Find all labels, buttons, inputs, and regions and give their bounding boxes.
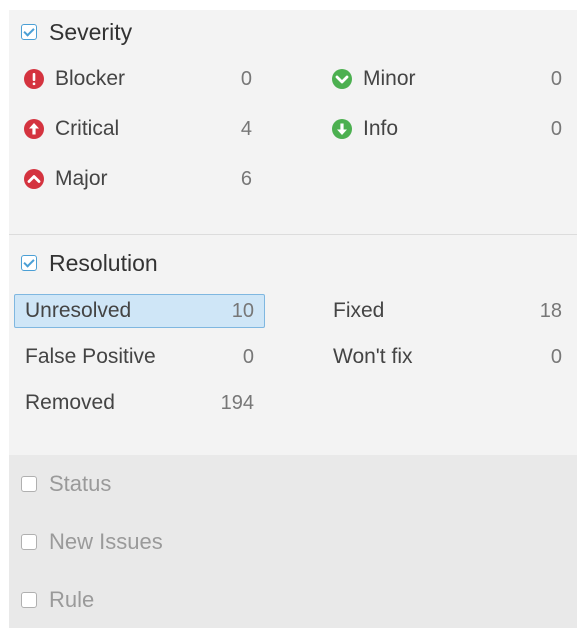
- facet-info[interactable]: Info 0: [331, 112, 563, 146]
- facet-fixed[interactable]: Fixed 18: [322, 294, 573, 328]
- new-issues-title: New Issues: [49, 529, 163, 554]
- facet-label: Unresolved: [25, 299, 132, 322]
- facet-false-positive[interactable]: False Positive 0: [14, 340, 265, 374]
- minor-icon: [332, 69, 352, 89]
- filter-panel: Severity Blocker 0 Critical 4 Major 6 Mi…: [9, 10, 577, 628]
- facet-label: Critical: [55, 117, 120, 140]
- facet-minor[interactable]: Minor 0: [331, 62, 563, 96]
- facet-blocker[interactable]: Blocker 0: [23, 62, 253, 96]
- facet-count: 0: [550, 117, 562, 140]
- collapsed-facets: Status New Issues Rule: [9, 455, 577, 628]
- facet-count: 6: [240, 167, 252, 190]
- facet-label: Minor: [363, 67, 416, 90]
- status-title: Status: [49, 471, 112, 496]
- facet-count: 4: [240, 117, 252, 140]
- facet-count: 10: [231, 299, 254, 322]
- rule-header[interactable]: Rule: [9, 571, 577, 629]
- facet-count: 0: [242, 345, 254, 368]
- facet-label: False Positive: [25, 345, 156, 368]
- facet-label: Fixed: [333, 299, 385, 322]
- info-icon: [332, 119, 352, 139]
- facet-label: Major: [55, 167, 108, 190]
- facet-count: 194: [220, 391, 254, 414]
- critical-icon: [24, 119, 44, 139]
- severity-section: Severity Blocker 0 Critical 4 Major 6 Mi…: [9, 10, 577, 234]
- facet-label: Removed: [25, 391, 115, 414]
- resolution-title: Resolution: [49, 249, 158, 276]
- facet-count: 0: [550, 67, 562, 90]
- facet-count: 0: [550, 345, 562, 368]
- status-checkbox[interactable]: [21, 476, 37, 492]
- rule-title: Rule: [49, 587, 95, 612]
- new-issues-header[interactable]: New Issues: [9, 513, 577, 571]
- facet-count: 0: [240, 67, 252, 90]
- severity-header[interactable]: Severity: [9, 10, 577, 54]
- facet-major[interactable]: Major 6: [23, 162, 253, 196]
- facet-label: Info: [363, 117, 399, 140]
- major-icon: [24, 169, 44, 189]
- facet-wont-fix[interactable]: Won't fix 0: [322, 340, 573, 374]
- blocker-icon: [24, 69, 44, 89]
- new-issues-checkbox[interactable]: [21, 534, 37, 550]
- facet-label: Blocker: [55, 67, 126, 90]
- facet-unresolved[interactable]: Unresolved 10: [14, 294, 265, 328]
- severity-title: Severity: [49, 18, 133, 45]
- facet-count: 18: [539, 299, 562, 322]
- facet-label: Won't fix: [333, 345, 413, 368]
- facet-removed[interactable]: Removed 194: [14, 386, 265, 420]
- resolution-section: Resolution Unresolved 10 False Positive …: [9, 235, 577, 455]
- status-header[interactable]: Status: [9, 455, 577, 513]
- resolution-header[interactable]: Resolution: [9, 235, 577, 291]
- rule-checkbox[interactable]: [21, 592, 37, 608]
- severity-checkbox[interactable]: [21, 24, 37, 40]
- resolution-checkbox[interactable]: [21, 255, 37, 271]
- facet-critical[interactable]: Critical 4: [23, 112, 253, 146]
